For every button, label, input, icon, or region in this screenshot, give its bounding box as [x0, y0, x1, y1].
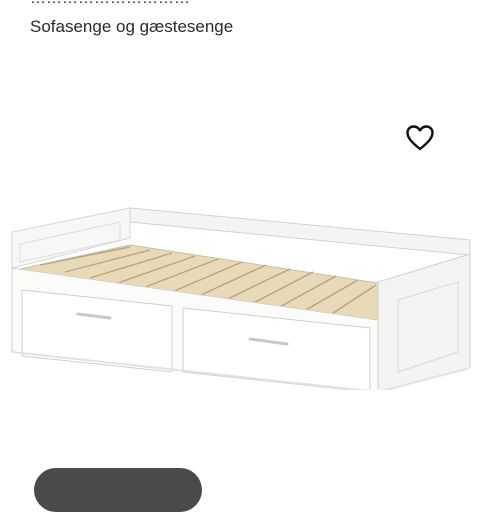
- favorite-button[interactable]: [404, 122, 436, 154]
- truncated-title: …………………………: [30, 0, 190, 8]
- bottom-action-button[interactable]: [34, 468, 202, 512]
- category-label: Sofasenge og gæstesenge: [30, 17, 234, 36]
- product-image[interactable]: [0, 190, 480, 390]
- heart-outline-icon: [406, 125, 434, 151]
